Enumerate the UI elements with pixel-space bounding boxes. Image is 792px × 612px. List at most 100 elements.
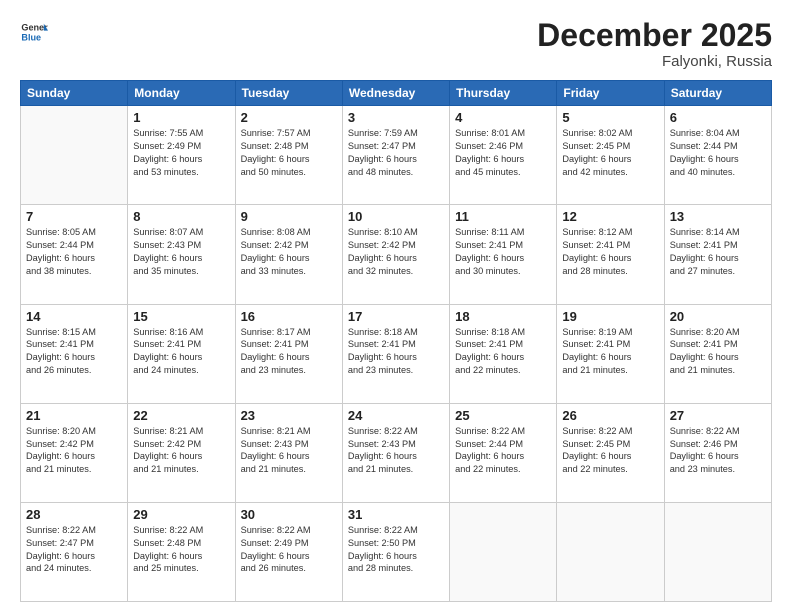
day-cell: 20 Sunrise: 8:20 AM Sunset: 2:41 PM Dayli… xyxy=(664,304,771,403)
month-title: December 2025 xyxy=(537,18,772,53)
day-cell: 30 Sunrise: 8:22 AM Sunset: 2:49 PM Dayli… xyxy=(235,502,342,601)
day-cell: 23 Sunrise: 8:21 AM Sunset: 2:43 PM Dayli… xyxy=(235,403,342,502)
day-number: 15 xyxy=(133,309,229,324)
day-info: Sunrise: 8:11 AM Sunset: 2:41 PM Dayligh… xyxy=(455,226,551,278)
day-number: 27 xyxy=(670,408,766,423)
day-cell: 17 Sunrise: 8:18 AM Sunset: 2:41 PM Dayli… xyxy=(342,304,449,403)
week-row-2: 14 Sunrise: 8:15 AM Sunset: 2:41 PM Dayli… xyxy=(21,304,772,403)
day-cell: 18 Sunrise: 8:18 AM Sunset: 2:41 PM Dayli… xyxy=(450,304,557,403)
logo: General Blue xyxy=(20,18,48,46)
day-number: 28 xyxy=(26,507,122,522)
day-cell xyxy=(557,502,664,601)
day-info: Sunrise: 8:01 AM Sunset: 2:46 PM Dayligh… xyxy=(455,127,551,179)
day-info: Sunrise: 8:19 AM Sunset: 2:41 PM Dayligh… xyxy=(562,326,658,378)
day-cell: 22Sunrise: 8:21 AM Sunset: 2:42 PM Dayli… xyxy=(128,403,235,502)
day-number: 8 xyxy=(133,209,229,224)
day-cell: 14 Sunrise: 8:15 AM Sunset: 2:41 PM Dayli… xyxy=(21,304,128,403)
day-cell: 5Sunrise: 8:02 AM Sunset: 2:45 PM Daylig… xyxy=(557,106,664,205)
day-number: 30 xyxy=(241,507,337,522)
day-cell: 8 Sunrise: 8:07 AM Sunset: 2:43 PM Daylig… xyxy=(128,205,235,304)
day-info: Sunrise: 8:18 AM Sunset: 2:41 PM Dayligh… xyxy=(455,326,551,378)
day-number: 13 xyxy=(670,209,766,224)
day-number: 6 xyxy=(670,110,766,125)
day-cell: 12 Sunrise: 8:12 AM Sunset: 2:41 PM Dayli… xyxy=(557,205,664,304)
day-number: 3 xyxy=(348,110,444,125)
day-number: 17 xyxy=(348,309,444,324)
day-info: Sunrise: 8:22 AM Sunset: 2:47 PM Dayligh… xyxy=(26,524,122,576)
day-cell: 1 Sunrise: 7:55 AM Sunset: 2:49 PM Daylig… xyxy=(128,106,235,205)
day-number: 14 xyxy=(26,309,122,324)
day-number: 26 xyxy=(562,408,658,423)
day-cell: 31 Sunrise: 8:22 AM Sunset: 2:50 PM Dayli… xyxy=(342,502,449,601)
day-info: Sunrise: 8:22 AM Sunset: 2:46 PM Dayligh… xyxy=(670,425,766,477)
day-info: Sunrise: 8:08 AM Sunset: 2:42 PM Dayligh… xyxy=(241,226,337,278)
day-cell: 28 Sunrise: 8:22 AM Sunset: 2:47 PM Dayli… xyxy=(21,502,128,601)
day-cell xyxy=(450,502,557,601)
day-cell: 11 Sunrise: 8:11 AM Sunset: 2:41 PM Dayli… xyxy=(450,205,557,304)
day-info: Sunrise: 8:22 AM Sunset: 2:45 PM Dayligh… xyxy=(562,425,658,477)
day-number: 31 xyxy=(348,507,444,522)
day-cell: 19 Sunrise: 8:19 AM Sunset: 2:41 PM Dayli… xyxy=(557,304,664,403)
day-info: Sunrise: 8:22 AM Sunset: 2:49 PM Dayligh… xyxy=(241,524,337,576)
day-number: 10 xyxy=(348,209,444,224)
day-info: Sunrise: 8:22 AM Sunset: 2:50 PM Dayligh… xyxy=(348,524,444,576)
day-number: 11 xyxy=(455,209,551,224)
day-info: Sunrise: 8:18 AM Sunset: 2:41 PM Dayligh… xyxy=(348,326,444,378)
day-cell: 13 Sunrise: 8:14 AM Sunset: 2:41 PM Dayli… xyxy=(664,205,771,304)
day-info: Sunrise: 8:14 AM Sunset: 2:41 PM Dayligh… xyxy=(670,226,766,278)
day-info: Sunrise: 7:55 AM Sunset: 2:49 PM Dayligh… xyxy=(133,127,229,179)
day-info: Sunrise: 8:22 AM Sunset: 2:43 PM Dayligh… xyxy=(348,425,444,477)
day-cell: 7 Sunrise: 8:05 AM Sunset: 2:44 PM Daylig… xyxy=(21,205,128,304)
day-number: 1 xyxy=(133,110,229,125)
day-info: Sunrise: 8:21 AM Sunset: 2:43 PM Dayligh… xyxy=(241,425,337,477)
location-subtitle: Falyonki, Russia xyxy=(537,53,772,70)
day-number: 19 xyxy=(562,309,658,324)
day-info: Sunrise: 8:16 AM Sunset: 2:41 PM Dayligh… xyxy=(133,326,229,378)
day-info: Sunrise: 8:04 AM Sunset: 2:44 PM Dayligh… xyxy=(670,127,766,179)
day-info: Sunrise: 8:10 AM Sunset: 2:42 PM Dayligh… xyxy=(348,226,444,278)
day-number: 5 xyxy=(562,110,658,125)
day-cell: 25 Sunrise: 8:22 AM Sunset: 2:44 PM Dayli… xyxy=(450,403,557,502)
day-cell: 10 Sunrise: 8:10 AM Sunset: 2:42 PM Dayli… xyxy=(342,205,449,304)
day-info: Sunrise: 8:12 AM Sunset: 2:41 PM Dayligh… xyxy=(562,226,658,278)
header-friday: Friday xyxy=(557,81,664,106)
day-cell xyxy=(21,106,128,205)
day-info: Sunrise: 8:07 AM Sunset: 2:43 PM Dayligh… xyxy=(133,226,229,278)
day-number: 7 xyxy=(26,209,122,224)
week-row-4: 28 Sunrise: 8:22 AM Sunset: 2:47 PM Dayli… xyxy=(21,502,772,601)
day-info: Sunrise: 8:21 AM Sunset: 2:42 PM Dayligh… xyxy=(133,425,229,477)
day-number: 12 xyxy=(562,209,658,224)
day-info: Sunrise: 8:22 AM Sunset: 2:44 PM Dayligh… xyxy=(455,425,551,477)
day-number: 16 xyxy=(241,309,337,324)
week-row-0: 1 Sunrise: 7:55 AM Sunset: 2:49 PM Daylig… xyxy=(21,106,772,205)
day-cell: 6 Sunrise: 8:04 AM Sunset: 2:44 PM Daylig… xyxy=(664,106,771,205)
day-number: 23 xyxy=(241,408,337,423)
day-cell: 16 Sunrise: 8:17 AM Sunset: 2:41 PM Dayli… xyxy=(235,304,342,403)
day-cell: 26 Sunrise: 8:22 AM Sunset: 2:45 PM Dayli… xyxy=(557,403,664,502)
day-cell: 3 Sunrise: 7:59 AM Sunset: 2:47 PM Daylig… xyxy=(342,106,449,205)
logo-icon: General Blue xyxy=(20,18,48,46)
day-number: 21 xyxy=(26,408,122,423)
day-info: Sunrise: 7:57 AM Sunset: 2:48 PM Dayligh… xyxy=(241,127,337,179)
day-number: 25 xyxy=(455,408,551,423)
day-info: Sunrise: 8:20 AM Sunset: 2:42 PM Dayligh… xyxy=(26,425,122,477)
day-info: Sunrise: 8:15 AM Sunset: 2:41 PM Dayligh… xyxy=(26,326,122,378)
day-info: Sunrise: 8:20 AM Sunset: 2:41 PM Dayligh… xyxy=(670,326,766,378)
day-info: Sunrise: 8:05 AM Sunset: 2:44 PM Dayligh… xyxy=(26,226,122,278)
page: General Blue December 2025 Falyonki, Rus… xyxy=(0,0,792,612)
header-sunday: Sunday xyxy=(21,81,128,106)
day-cell xyxy=(664,502,771,601)
svg-text:Blue: Blue xyxy=(21,32,41,42)
header-saturday: Saturday xyxy=(664,81,771,106)
day-cell: 9 Sunrise: 8:08 AM Sunset: 2:42 PM Daylig… xyxy=(235,205,342,304)
day-cell: 2Sunrise: 7:57 AM Sunset: 2:48 PM Daylig… xyxy=(235,106,342,205)
day-cell: 15 Sunrise: 8:16 AM Sunset: 2:41 PM Dayli… xyxy=(128,304,235,403)
day-info: Sunrise: 7:59 AM Sunset: 2:47 PM Dayligh… xyxy=(348,127,444,179)
day-number: 9 xyxy=(241,209,337,224)
header-monday: Monday xyxy=(128,81,235,106)
day-cell: 24Sunrise: 8:22 AM Sunset: 2:43 PM Dayli… xyxy=(342,403,449,502)
day-info: Sunrise: 8:17 AM Sunset: 2:41 PM Dayligh… xyxy=(241,326,337,378)
day-number: 18 xyxy=(455,309,551,324)
day-number: 20 xyxy=(670,309,766,324)
calendar-table: SundayMondayTuesdayWednesdayThursdayFrid… xyxy=(20,80,772,602)
